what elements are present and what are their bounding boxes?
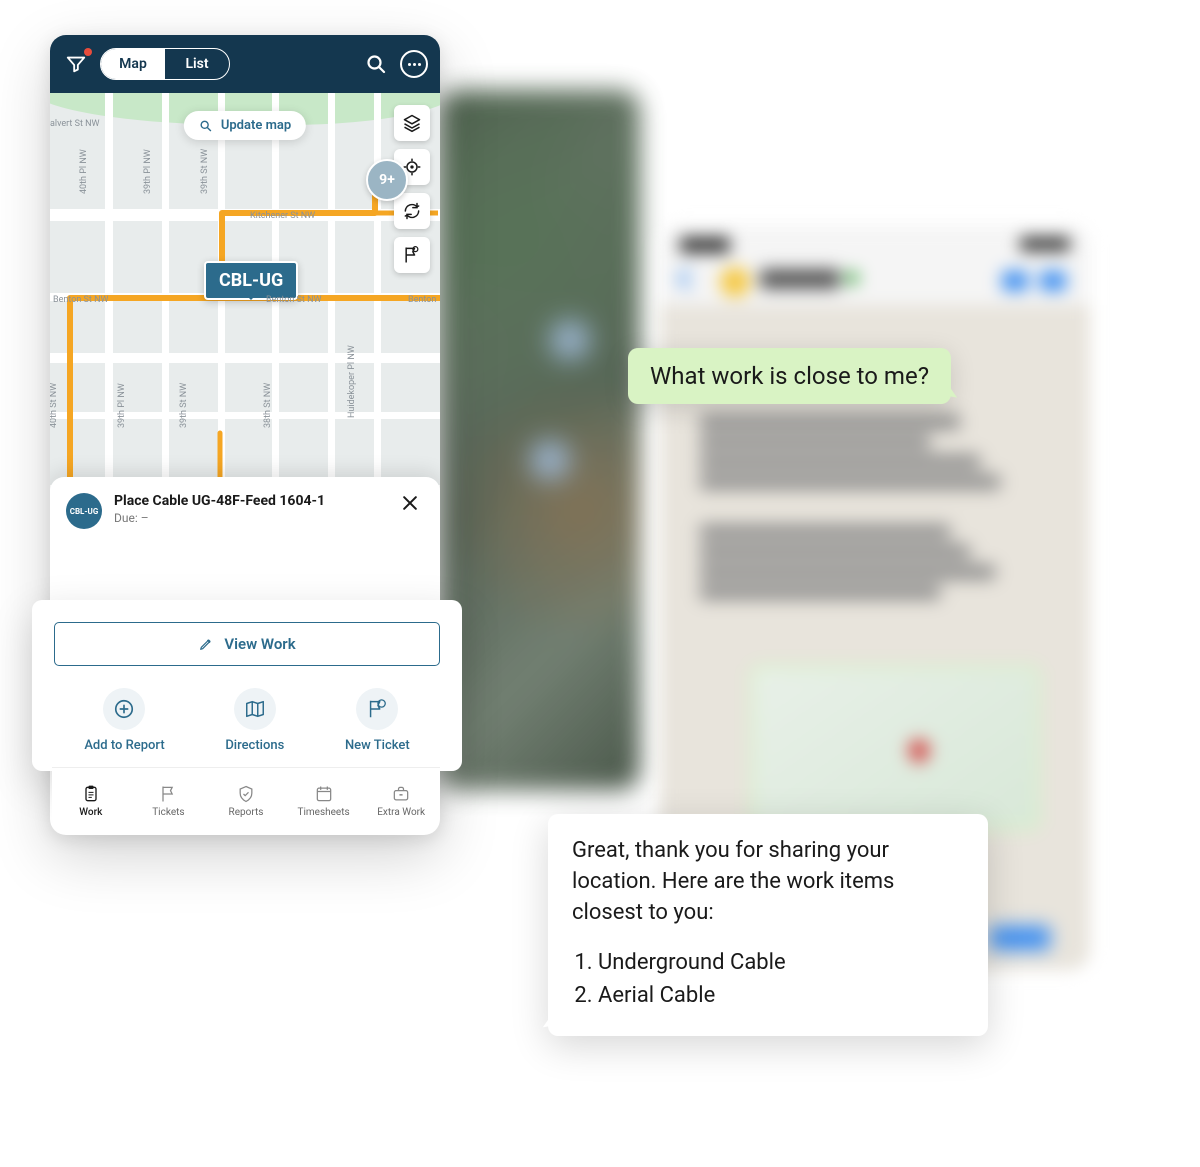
tab-timesheets-label: Timesheets — [297, 807, 349, 818]
chat-bot-list: Underground Cable Aerial Cable — [572, 948, 964, 1012]
street-39pl-a: 39th Pl NW — [143, 149, 153, 194]
tab-extra-label: Extra Work — [377, 807, 425, 818]
street-40-b: 40th St NW — [50, 383, 59, 428]
segment-map-tab[interactable]: Map — [101, 49, 165, 79]
view-segment: Map List — [100, 48, 230, 80]
tab-reports-label: Reports — [229, 807, 264, 818]
street-kitchener: Kitchener St NW — [250, 211, 315, 221]
filter-notification-dot — [84, 48, 92, 56]
street-39pl-b: 39th Pl NW — [117, 383, 127, 428]
chat-bot-bubble: Great, thank you for sharing your locati… — [548, 814, 988, 1036]
chat-bot-intro: Great, thank you for sharing your locati… — [572, 836, 964, 928]
update-map-button[interactable]: Update map — [184, 111, 306, 140]
close-icon — [400, 493, 420, 513]
view-work-label: View Work — [224, 635, 295, 653]
street-39-b: 39th St NW — [179, 383, 189, 428]
tab-extra-work[interactable]: Extra Work — [362, 768, 440, 833]
street-huidekoper: Huidekoper Pl NW — [347, 345, 357, 418]
flag-icon — [402, 245, 422, 265]
street-40pl: 40th Pl NW — [79, 149, 89, 194]
refresh-button[interactable] — [394, 193, 430, 229]
tab-work[interactable]: Work — [52, 768, 130, 833]
view-work-button[interactable]: View Work — [54, 622, 440, 666]
refresh-icon — [402, 201, 422, 221]
shield-icon — [236, 784, 256, 804]
cluster-marker[interactable]: 9+ — [366, 159, 408, 201]
map-icon — [244, 698, 266, 720]
segment-list-tab[interactable]: List — [165, 49, 229, 79]
tab-timesheets[interactable]: Timesheets — [285, 768, 363, 833]
layers-button[interactable] — [394, 105, 430, 141]
task-title: Place Cable UG-48F-Feed 1604-1 — [114, 493, 384, 509]
street-benton-b: Benton St NW — [266, 295, 321, 305]
search-button[interactable] — [362, 50, 390, 78]
chat-bot-item-2: Aerial Cable — [598, 981, 964, 1012]
tab-work-label: Work — [79, 807, 102, 818]
chat-bot-item-1: Underground Cable — [598, 948, 964, 979]
close-card-button[interactable] — [396, 493, 424, 519]
tab-tickets-label: Tickets — [152, 807, 184, 818]
action-panel: View Work Add to Report Directions — [32, 600, 462, 771]
directions-label: Directions — [225, 738, 284, 753]
flag-icon — [158, 784, 178, 804]
street-38: 38th St NW — [263, 383, 273, 428]
briefcase-icon — [391, 784, 411, 804]
new-ticket-label: New Ticket — [345, 738, 410, 753]
tab-reports[interactable]: Reports — [207, 768, 285, 833]
street-alvert: alvert St NW — [50, 119, 100, 129]
task-due: Due: – — [114, 511, 384, 525]
chat-user-text: What work is close to me? — [650, 362, 929, 390]
bottom-tab-bar: Work Tickets Reports Timesheets Extra Wo… — [52, 767, 440, 833]
filter-button[interactable] — [62, 50, 90, 78]
task-badge: CBL-UG — [66, 493, 102, 529]
directions-button[interactable]: Directions — [225, 688, 284, 753]
street-benton-a: Benton St NW — [53, 295, 108, 305]
tab-tickets[interactable]: Tickets — [130, 768, 208, 833]
flag-plus-icon — [366, 698, 388, 720]
search-icon — [199, 119, 213, 133]
plus-circle-icon — [113, 698, 135, 720]
add-to-report-button[interactable]: Add to Report — [84, 688, 164, 753]
update-map-label: Update map — [221, 118, 291, 133]
task-card: CBL-UG Place Cable UG-48F-Feed 1604-1 Du… — [50, 477, 440, 551]
layers-icon — [402, 113, 422, 133]
calendar-icon — [314, 784, 334, 804]
street-benton-c: Benton — [408, 295, 436, 305]
add-to-report-label: Add to Report — [84, 738, 164, 753]
chat-user-bubble: What work is close to me? — [628, 348, 951, 404]
new-ticket-button[interactable]: New Ticket — [345, 688, 410, 753]
flag-button[interactable] — [394, 237, 430, 273]
map-view[interactable]: Update map — [50, 93, 440, 551]
street-39-a: 39th St NW — [200, 149, 210, 194]
app-header: Map List — [50, 35, 440, 93]
pencil-icon — [198, 636, 214, 652]
more-menu-button[interactable] — [400, 50, 428, 78]
clipboard-icon — [81, 784, 101, 804]
background-satellite-blur — [440, 90, 640, 790]
